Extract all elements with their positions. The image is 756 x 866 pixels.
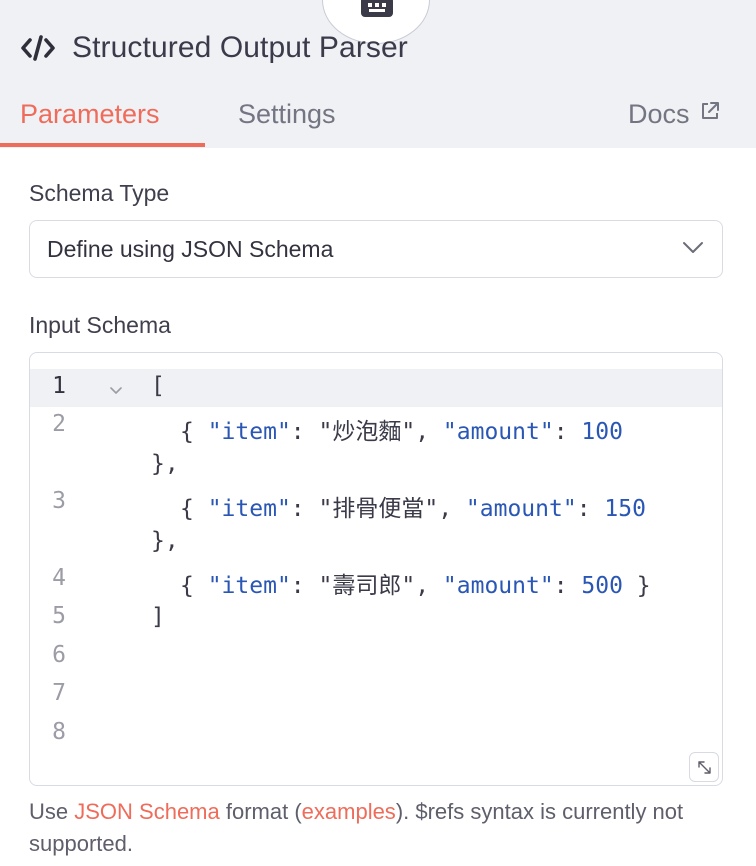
examples-link[interactable]: examples <box>302 799 396 824</box>
schema-type-select[interactable]: Define using JSON Schema <box>29 220 723 278</box>
code-line-4: { "item": "壽司郎", "amount": 500 } <box>180 573 651 599</box>
input-schema-hint: Use JSON Schema format (examples). $refs… <box>29 799 684 856</box>
tab-docs[interactable]: Docs <box>628 92 720 136</box>
code-line-2-wrap: }, <box>151 451 179 477</box>
line-number: 8 <box>52 719 66 745</box>
line-number: 2 <box>52 411 66 437</box>
code-line-2: { "item": "炒泡麵", "amount": 100 <box>180 419 623 445</box>
schema-type-label: Schema Type <box>29 180 170 206</box>
expand-editor-button[interactable] <box>689 752 719 782</box>
active-line-highlight <box>30 369 722 407</box>
tab-parameters[interactable]: Parameters <box>20 92 160 136</box>
line-number: 4 <box>52 565 66 591</box>
expand-icon <box>698 761 711 774</box>
code-line-1: [ <box>151 373 165 399</box>
node-title: Structured Output Parser <box>72 31 408 64</box>
title-row: Structured Output Parser <box>20 28 408 68</box>
line-number: 7 <box>52 680 66 706</box>
external-link-icon <box>701 102 719 119</box>
code-line-3: { "item": "排骨便當", "amount": 150 <box>180 496 646 522</box>
json-schema-link[interactable]: JSON Schema <box>74 799 220 824</box>
active-tab-indicator <box>0 143 205 147</box>
chevron-down-icon <box>683 242 703 253</box>
line-number: 6 <box>52 642 66 668</box>
line-number: 3 <box>52 488 66 514</box>
node-header: Structured Output Parser Parameters Sett… <box>0 0 756 148</box>
fold-chevron-icon[interactable] <box>110 387 122 395</box>
tab-docs-label: Docs <box>628 99 690 129</box>
tab-settings[interactable]: Settings <box>238 92 336 136</box>
code-icon <box>21 35 55 61</box>
code-line-3-wrap: }, <box>151 528 179 554</box>
line-number: 5 <box>52 603 66 629</box>
json-schema-editor[interactable]: 1 2 3 4 5 6 7 8 [ { "item": "炒泡麵", "amou… <box>29 352 723 786</box>
line-number: 1 <box>52 373 66 399</box>
schema-type-value: Define using JSON Schema <box>47 236 334 262</box>
robot-icon <box>361 0 393 17</box>
input-schema-label: Input Schema <box>29 312 171 338</box>
code-line-5: ] <box>151 604 165 630</box>
